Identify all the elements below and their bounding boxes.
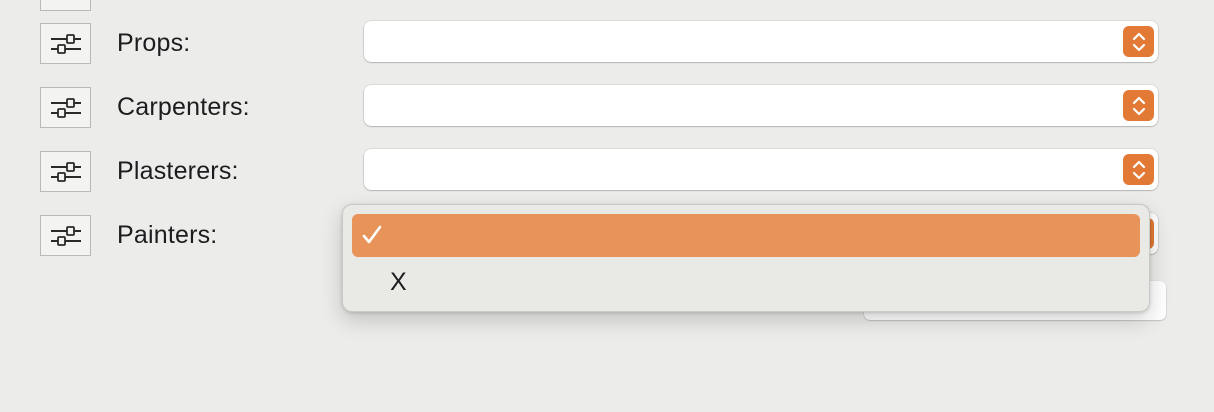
carpenters-stepper[interactable] [1123,90,1154,121]
carpenters-label: Carpenters: [117,93,250,121]
carpenters-settings-button[interactable] [40,87,91,128]
menu-item-x[interactable]: X [352,260,1140,303]
sliders-icon [50,97,81,118]
plasterers-settings-button[interactable] [40,151,91,192]
chevron-up-down-icon [1132,96,1145,115]
props-settings-button[interactable] [40,23,91,64]
props-stepper[interactable] [1123,26,1154,57]
chevron-up-down-icon [1132,160,1145,179]
plasterers-label: Plasterers: [117,157,239,185]
sliders-icon [50,33,81,54]
painters-settings-button[interactable] [40,215,91,256]
painters-label: Painters: [117,221,218,249]
props-popup[interactable] [364,21,1158,62]
menu-item-label: X [390,268,407,296]
sliders-icon [47,0,85,4]
chevron-up-down-icon [1132,32,1145,51]
plasterers-stepper[interactable] [1123,154,1154,185]
plasterers-popup[interactable] [364,149,1158,190]
settings-icon-button[interactable] [40,0,91,11]
menu-item-empty[interactable] [352,214,1140,257]
painters-dropdown-menu: X [342,204,1150,312]
props-label: Props: [117,29,191,57]
sliders-icon [50,225,81,246]
sliders-icon [50,161,81,182]
checkmark-icon [362,225,382,244]
carpenters-popup[interactable] [364,85,1158,126]
